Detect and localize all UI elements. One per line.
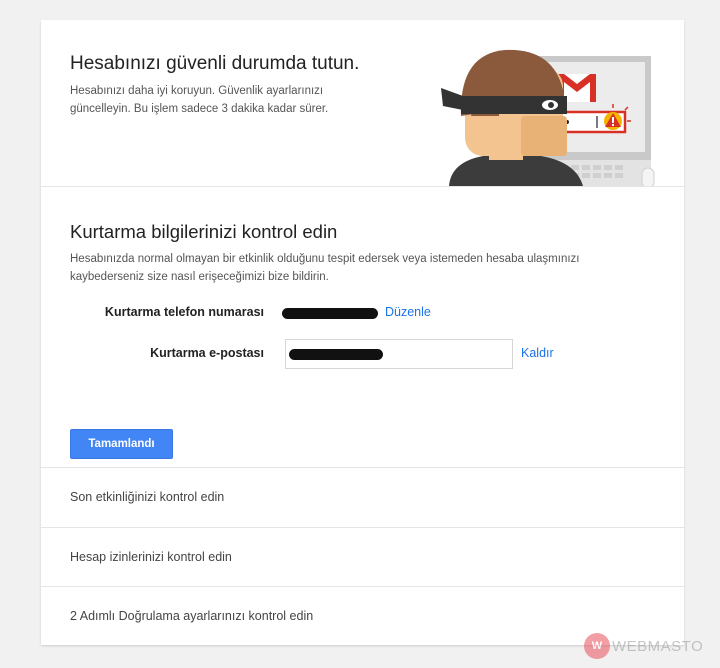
security-checkup-card: Hesabınızı güvenli durumda tutun. Hesabı… <box>41 20 684 645</box>
hero-description: Hesabınızı daha iyi koruyun. Güvenlik ay… <box>70 85 329 115</box>
recovery-section: Kurtarma bilgilerinizi kontrol edin Hesa… <box>41 187 684 467</box>
section-label: 2 Adımlı Doğrulama ayarlarınızı kontrol … <box>70 609 314 623</box>
watermark-logo-icon: W <box>584 633 610 659</box>
edit-phone-link[interactable]: Düzenle <box>385 305 431 319</box>
hacker-illustration <box>441 49 655 186</box>
recovery-title: Kurtarma bilgilerinizi kontrol edin <box>70 221 338 242</box>
watermark-text: WEBMASTO <box>612 637 704 655</box>
hero-title: Hesabınızı güvenli durumda tutun. <box>70 53 360 74</box>
redacted-email <box>289 349 383 360</box>
remove-email-link[interactable]: Kaldır <box>521 346 554 360</box>
section-account-permissions[interactable]: Hesap izinlerinizi kontrol edin <box>41 527 684 587</box>
watermark: W WEBMASTO <box>584 632 703 660</box>
section-label: Hesap izinlerinizi kontrol edin <box>70 550 232 564</box>
recovery-phone-label: Kurtarma telefon numarası <box>104 305 264 319</box>
done-button[interactable]: Tamamlandı <box>70 429 173 459</box>
recovery-email-label: Kurtarma e-postası <box>150 346 264 360</box>
hero-section: Hesabınızı güvenli durumda tutun. Hesabı… <box>41 20 684 187</box>
section-label: Son etkinliğinizi kontrol edin <box>70 490 225 504</box>
recovery-description: Hesabınızda normal olmayan bir etkinlik … <box>70 253 580 283</box>
section-recent-activity[interactable]: Son etkinliğinizi kontrol edin <box>41 467 684 527</box>
recovery-email-field[interactable] <box>285 339 513 369</box>
redacted-phone-number <box>282 308 378 319</box>
